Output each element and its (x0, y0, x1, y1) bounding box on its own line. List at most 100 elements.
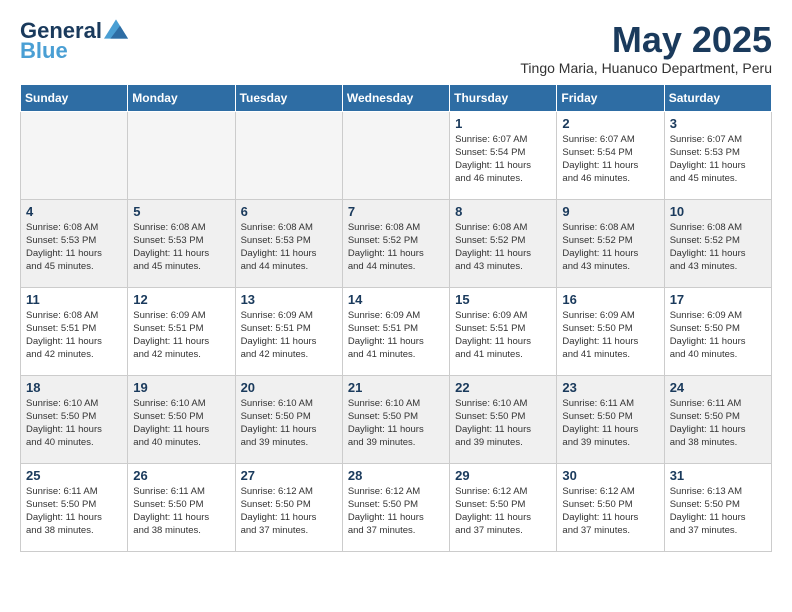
day-number: 5 (133, 204, 229, 219)
day-info: Sunrise: 6:10 AM Sunset: 5:50 PM Dayligh… (26, 397, 122, 450)
day-info: Sunrise: 6:10 AM Sunset: 5:50 PM Dayligh… (133, 397, 229, 450)
calendar-cell: 26 Sunrise: 6:11 AM Sunset: 5:50 PM Dayli… (128, 463, 235, 551)
calendar-cell: 16 Sunrise: 6:09 AM Sunset: 5:50 PM Dayli… (557, 287, 664, 375)
day-number: 16 (562, 292, 658, 307)
day-info: Sunrise: 6:09 AM Sunset: 5:50 PM Dayligh… (562, 309, 658, 362)
calendar-cell: 30Sunrise: 6:12 AM Sunset: 5:50 PM Dayli… (557, 463, 664, 551)
calendar-cell: 2 Sunrise: 6:07 AM Sunset: 5:54 PM Daylig… (557, 111, 664, 199)
day-info: Sunrise: 6:07 AM Sunset: 5:54 PM Dayligh… (455, 133, 551, 186)
calendar-cell: 21Sunrise: 6:10 AM Sunset: 5:50 PM Dayli… (342, 375, 449, 463)
day-number: 13 (241, 292, 337, 307)
weekday-header-row: SundayMondayTuesdayWednesdayThursdayFrid… (21, 84, 772, 111)
day-info: Sunrise: 6:09 AM Sunset: 5:51 PM Dayligh… (455, 309, 551, 362)
day-number: 8 (455, 204, 551, 219)
day-number: 21 (348, 380, 444, 395)
calendar-cell: 22 Sunrise: 6:10 AM Sunset: 5:50 PM Dayli… (450, 375, 557, 463)
logo: General Blue (20, 20, 128, 62)
day-info: Sunrise: 6:07 AM Sunset: 5:53 PM Dayligh… (670, 133, 766, 186)
day-number: 23 (562, 380, 658, 395)
calendar-cell: 23Sunrise: 6:11 AM Sunset: 5:50 PM Dayli… (557, 375, 664, 463)
day-number: 18 (26, 380, 122, 395)
calendar-cell: 12 Sunrise: 6:09 AM Sunset: 5:51 PM Dayli… (128, 287, 235, 375)
calendar-cell: 10 Sunrise: 6:08 AM Sunset: 5:52 PM Dayli… (664, 199, 771, 287)
calendar-cell: 1Sunrise: 6:07 AM Sunset: 5:54 PM Daylig… (450, 111, 557, 199)
calendar-week-row: 4Sunrise: 6:08 AM Sunset: 5:53 PM Daylig… (21, 199, 772, 287)
day-number: 25 (26, 468, 122, 483)
calendar-week-row: 1Sunrise: 6:07 AM Sunset: 5:54 PM Daylig… (21, 111, 772, 199)
day-number: 14 (348, 292, 444, 307)
calendar-cell: 18 Sunrise: 6:10 AM Sunset: 5:50 PM Dayli… (21, 375, 128, 463)
logo-blue-text: Blue (20, 40, 68, 62)
day-info: Sunrise: 6:08 AM Sunset: 5:52 PM Dayligh… (670, 221, 766, 274)
day-info: Sunrise: 6:08 AM Sunset: 5:52 PM Dayligh… (348, 221, 444, 274)
calendar-cell: 17Sunrise: 6:09 AM Sunset: 5:50 PM Dayli… (664, 287, 771, 375)
calendar-cell (21, 111, 128, 199)
calendar-cell: 8 Sunrise: 6:08 AM Sunset: 5:52 PM Daylig… (450, 199, 557, 287)
day-number: 26 (133, 468, 229, 483)
day-number: 2 (562, 116, 658, 131)
month-title: May 2025 (520, 20, 772, 60)
calendar-cell: 13 Sunrise: 6:09 AM Sunset: 5:51 PM Dayli… (235, 287, 342, 375)
day-info: Sunrise: 6:11 AM Sunset: 5:50 PM Dayligh… (133, 485, 229, 538)
calendar-cell: 11 Sunrise: 6:08 AM Sunset: 5:51 PM Dayli… (21, 287, 128, 375)
day-number: 12 (133, 292, 229, 307)
day-number: 20 (241, 380, 337, 395)
calendar-cell: 5 Sunrise: 6:08 AM Sunset: 5:53 PM Daylig… (128, 199, 235, 287)
weekday-header: Wednesday (342, 84, 449, 111)
day-number: 9 (562, 204, 658, 219)
day-info: Sunrise: 6:08 AM Sunset: 5:52 PM Dayligh… (455, 221, 551, 274)
day-info: Sunrise: 6:08 AM Sunset: 5:53 PM Dayligh… (26, 221, 122, 274)
calendar-cell: 27Sunrise: 6:12 AM Sunset: 5:50 PM Dayli… (235, 463, 342, 551)
weekday-header: Tuesday (235, 84, 342, 111)
day-number: 6 (241, 204, 337, 219)
day-info: Sunrise: 6:08 AM Sunset: 5:51 PM Dayligh… (26, 309, 122, 362)
location-subtitle: Tingo Maria, Huanuco Department, Peru (520, 60, 772, 76)
calendar-cell: 31 Sunrise: 6:13 AM Sunset: 5:50 PM Dayli… (664, 463, 771, 551)
page-header: General Blue May 2025 Tingo Maria, Huanu… (20, 20, 772, 76)
calendar-cell: 28 Sunrise: 6:12 AM Sunset: 5:50 PM Dayli… (342, 463, 449, 551)
weekday-header: Saturday (664, 84, 771, 111)
day-info: Sunrise: 6:08 AM Sunset: 5:53 PM Dayligh… (241, 221, 337, 274)
calendar-cell: 29Sunrise: 6:12 AM Sunset: 5:50 PM Dayli… (450, 463, 557, 551)
day-number: 15 (455, 292, 551, 307)
calendar-cell: 3Sunrise: 6:07 AM Sunset: 5:53 PM Daylig… (664, 111, 771, 199)
day-number: 19 (133, 380, 229, 395)
day-info: Sunrise: 6:08 AM Sunset: 5:52 PM Dayligh… (562, 221, 658, 274)
calendar-cell: 4Sunrise: 6:08 AM Sunset: 5:53 PM Daylig… (21, 199, 128, 287)
calendar-week-row: 25 Sunrise: 6:11 AM Sunset: 5:50 PM Dayli… (21, 463, 772, 551)
logo-icon (104, 19, 128, 39)
calendar-cell (128, 111, 235, 199)
day-info: Sunrise: 6:12 AM Sunset: 5:50 PM Dayligh… (241, 485, 337, 538)
day-number: 10 (670, 204, 766, 219)
calendar-cell: 24Sunrise: 6:11 AM Sunset: 5:50 PM Dayli… (664, 375, 771, 463)
day-info: Sunrise: 6:13 AM Sunset: 5:50 PM Dayligh… (670, 485, 766, 538)
weekday-header: Thursday (450, 84, 557, 111)
calendar-cell (235, 111, 342, 199)
day-info: Sunrise: 6:12 AM Sunset: 5:50 PM Dayligh… (562, 485, 658, 538)
calendar-cell: 25Sunrise: 6:11 AM Sunset: 5:50 PM Dayli… (21, 463, 128, 551)
calendar-cell: 15 Sunrise: 6:09 AM Sunset: 5:51 PM Dayli… (450, 287, 557, 375)
day-info: Sunrise: 6:10 AM Sunset: 5:50 PM Dayligh… (241, 397, 337, 450)
calendar-cell: 19 Sunrise: 6:10 AM Sunset: 5:50 PM Dayli… (128, 375, 235, 463)
day-number: 11 (26, 292, 122, 307)
calendar-cell: 6 Sunrise: 6:08 AM Sunset: 5:53 PM Daylig… (235, 199, 342, 287)
day-number: 29 (455, 468, 551, 483)
title-block: May 2025 Tingo Maria, Huanuco Department… (520, 20, 772, 76)
calendar-table: SundayMondayTuesdayWednesdayThursdayFrid… (20, 84, 772, 552)
day-info: Sunrise: 6:09 AM Sunset: 5:51 PM Dayligh… (348, 309, 444, 362)
weekday-header: Monday (128, 84, 235, 111)
day-info: Sunrise: 6:09 AM Sunset: 5:51 PM Dayligh… (241, 309, 337, 362)
day-info: Sunrise: 6:11 AM Sunset: 5:50 PM Dayligh… (670, 397, 766, 450)
day-number: 22 (455, 380, 551, 395)
day-info: Sunrise: 6:07 AM Sunset: 5:54 PM Dayligh… (562, 133, 658, 186)
day-info: Sunrise: 6:10 AM Sunset: 5:50 PM Dayligh… (455, 397, 551, 450)
day-info: Sunrise: 6:09 AM Sunset: 5:51 PM Dayligh… (133, 309, 229, 362)
calendar-week-row: 18 Sunrise: 6:10 AM Sunset: 5:50 PM Dayli… (21, 375, 772, 463)
calendar-week-row: 11 Sunrise: 6:08 AM Sunset: 5:51 PM Dayli… (21, 287, 772, 375)
day-info: Sunrise: 6:08 AM Sunset: 5:53 PM Dayligh… (133, 221, 229, 274)
day-number: 28 (348, 468, 444, 483)
calendar-cell: 9 Sunrise: 6:08 AM Sunset: 5:52 PM Daylig… (557, 199, 664, 287)
day-number: 31 (670, 468, 766, 483)
day-info: Sunrise: 6:12 AM Sunset: 5:50 PM Dayligh… (348, 485, 444, 538)
calendar-cell: 7Sunrise: 6:08 AM Sunset: 5:52 PM Daylig… (342, 199, 449, 287)
